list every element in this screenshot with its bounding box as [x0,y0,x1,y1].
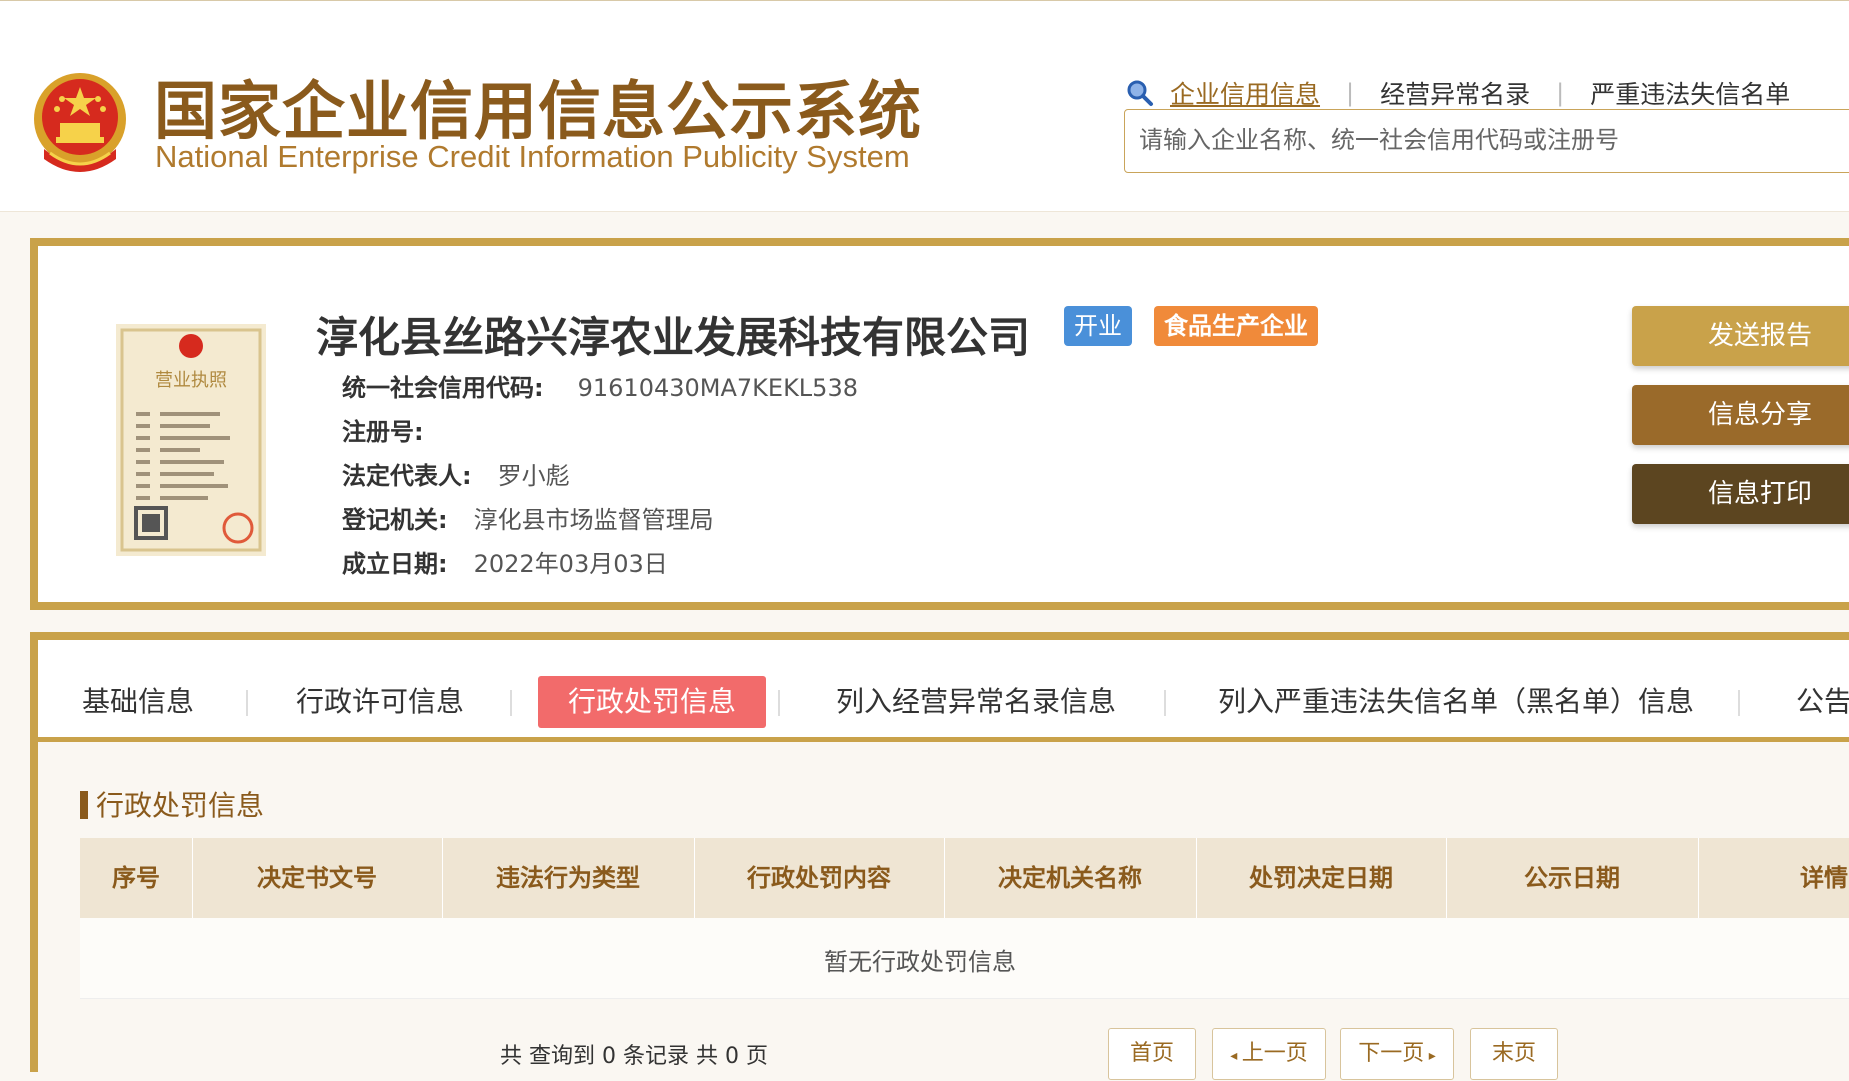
tab-basic-info[interactable]: 基础信息 [82,676,194,728]
chevron-left-icon: ◂ [1230,1048,1242,1064]
print-info-button[interactable]: 信息打印 [1632,464,1849,524]
search-icon[interactable] [1126,79,1154,107]
nav-blacklist-link[interactable]: 严重违法失信名单 [1590,75,1790,111]
registration-number-label: 注册号: [342,418,424,446]
section-marker [80,791,88,819]
tab-blacklist[interactable]: 列入严重违法失信名单（黑名单）信息 [1218,676,1694,728]
business-license-icon: 营业执照 [116,324,266,556]
next-page-button[interactable]: 下一页 ▸ [1340,1028,1454,1080]
status-badge: 开业 [1064,306,1132,346]
registration-authority-label: 登记机关: [342,506,448,534]
credit-code-value: 91610430MA7KEKL538 [577,374,858,402]
empty-table-row: 暂无行政处罚信息 [80,918,1849,999]
column-header: 序号 [80,838,193,918]
license-title: 营业执照 [155,370,227,391]
pager-summary: 共 查询到 0 条记录 共 0 页 [500,1044,768,1069]
legal-representative-label: 法定代表人: [342,462,472,490]
prev-page-label: 上一页 [1241,1041,1308,1066]
registration-number-row: 注册号: [342,412,450,447]
national-emblem-icon [34,73,126,172]
top-navigation: 企业信用信息 | 经营异常名录 | 严重违法失信名单 [1126,73,1790,113]
nav-enterprise-credit-link[interactable]: 企业信用信息 [1170,75,1320,111]
nav-abnormal-list-link[interactable]: 经营异常名录 [1380,75,1530,111]
last-page-button[interactable]: 末页 [1470,1028,1558,1080]
nav-divider: | [1556,79,1565,107]
legal-representative-value: 罗小彪 [497,462,570,490]
next-page-label: 下一页 [1358,1041,1425,1066]
column-header: 行政处罚内容 [694,838,945,918]
establishment-date-value: 2022年03月03日 [473,550,668,578]
tab-divider [1738,690,1740,716]
nav-divider: | [1346,79,1355,107]
send-report-button[interactable]: 发送报告 [1632,306,1849,366]
column-header: 详情 [1698,838,1849,918]
establishment-date-label: 成立日期: [342,550,448,578]
credit-code-label: 统一社会信用代码: [342,374,544,402]
tab-bar: 基础信息 行政许可信息 行政处罚信息 列入经营异常名录信息 列入严重违法失信名单… [30,632,1849,742]
registration-authority-value: 淳化县市场监督管理局 [473,506,714,534]
tab-divider [510,690,512,716]
share-info-button[interactable]: 信息分享 [1632,385,1849,445]
tab-divider [1164,690,1166,716]
search-input[interactable] [1137,110,1841,170]
registration-authority-row: 登记机关: 淳化县市场监督管理局 [342,500,714,535]
column-header: 公示日期 [1446,838,1699,918]
table-header: 序号 决定书文号 违法行为类型 行政处罚内容 决定机关名称 处罚决定日期 公示日… [80,838,1849,918]
column-header: 处罚决定日期 [1196,838,1447,918]
credit-code-row: 统一社会信用代码: 91610430MA7KEKL538 [342,368,858,403]
first-page-button[interactable]: 首页 [1108,1028,1196,1080]
search-box [1124,109,1849,173]
section-title-text: 行政处罚信息 [96,789,265,822]
tab-admin-penalty[interactable]: 行政处罚信息 [538,676,767,728]
column-header: 决定书文号 [192,838,443,918]
company-card: 营业执照 淳化县丝路兴淳农业发展科技有限公司 开业 食品生产企业 统一社会信用代… [30,238,1849,610]
site-header: 国家企业信用信息公示系统 National Enterprise Credit … [0,0,1849,212]
column-header: 决定机关名称 [944,838,1197,918]
section-title: 行政处罚信息 [80,784,264,824]
tab-announcement[interactable]: 公告 [1796,676,1849,728]
tab-divider [778,690,780,716]
prev-page-button[interactable]: ◂ 上一页 [1212,1028,1326,1080]
company-name: 淳化县丝路兴淳农业发展科技有限公司 [316,313,1031,362]
chevron-right-icon: ▸ [1424,1048,1436,1064]
column-header: 违法行为类型 [442,838,695,918]
site-subtitle: National Enterprise Credit Information P… [155,139,910,174]
penalty-section: 行政处罚信息 序号 决定书文号 违法行为类型 行政处罚内容 决定机关名称 处罚决… [30,742,1849,1080]
tab-abnormal-list[interactable]: 列入经营异常名录信息 [836,676,1116,728]
establishment-date-row: 成立日期: 2022年03月03日 [342,544,668,579]
enterprise-type-badge: 食品生产企业 [1154,306,1318,346]
tab-admin-license[interactable]: 行政许可信息 [296,676,464,728]
legal-representative-row: 法定代表人: 罗小彪 [342,456,570,491]
tab-divider [246,690,248,716]
empty-message: 暂无行政处罚信息 [824,948,1016,976]
